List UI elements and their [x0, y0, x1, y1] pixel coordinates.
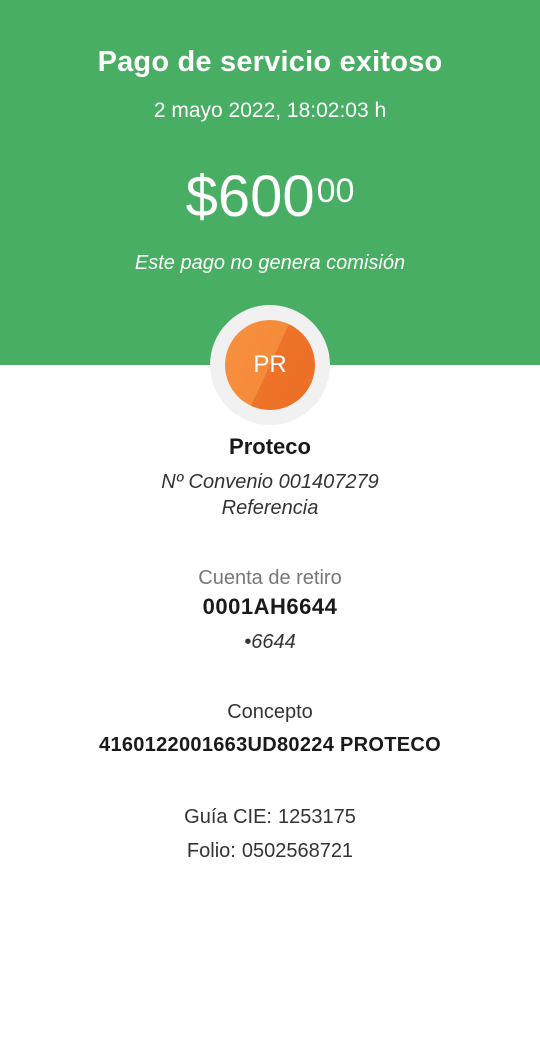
amount-integer: $600	[185, 164, 315, 229]
service-name: Proteco	[229, 434, 311, 459]
guia-cie-label: Guía CIE:	[184, 806, 272, 828]
commission-note: Este pago no genera comisión	[134, 252, 406, 274]
avatar: PR	[225, 320, 315, 410]
payment-amount: $60000	[0, 168, 540, 226]
concept-label: Concepto	[227, 701, 313, 723]
account-masked: •6644	[244, 631, 296, 653]
avatar-initials: PR	[253, 351, 287, 378]
convenio-number: Nº Convenio 001407279	[161, 471, 379, 493]
guia-cie-value: 1253175	[277, 806, 356, 828]
amount-cents: 00	[316, 172, 355, 210]
folio-value: 0502568721	[241, 840, 354, 862]
account-value: 0001AH6644	[202, 594, 338, 619]
referencia-label: Referencia	[221, 497, 319, 519]
account-label: Cuenta de retiro	[198, 567, 342, 589]
concept-value: 4160122001663UD80224 PROTECO	[99, 734, 441, 756]
page-title: Pago de servicio exitoso	[97, 46, 443, 78]
payment-datetime: 2 mayo 2022, 18:02:03 h	[153, 99, 387, 122]
folio-line: Folio: 0502568721	[0, 840, 540, 863]
guia-cie-line: Guía CIE: 1253175	[0, 806, 540, 829]
folio-label: Folio:	[186, 840, 236, 862]
service-avatar-ring: PR	[210, 305, 330, 425]
